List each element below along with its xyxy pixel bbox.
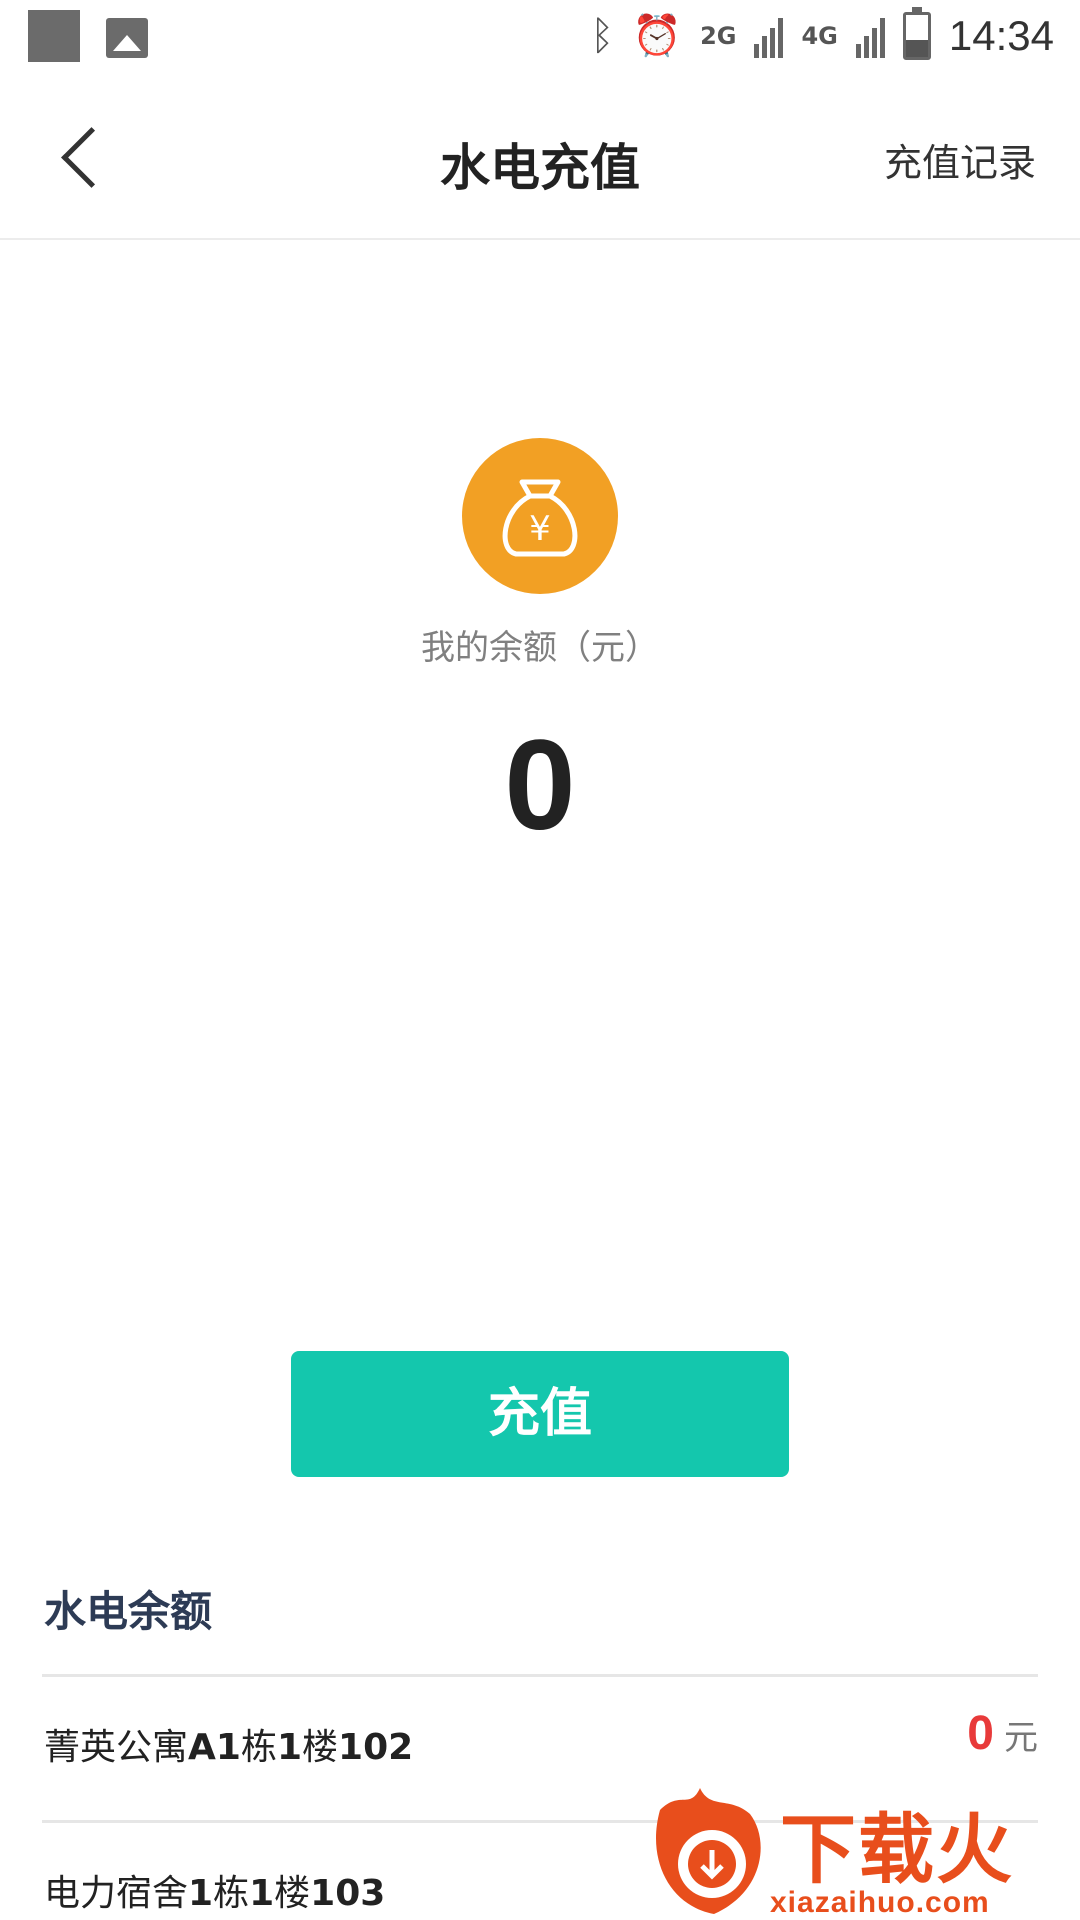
recharge-history-link[interactable]: 充值记录 [884,132,1036,187]
recharge-button[interactable]: 充值 [291,1351,789,1477]
watermark-flame-logo [656,1788,761,1914]
network-4g-label: 4G [801,22,838,50]
status-bar: ᛒ ⏰ 2G 4G 14:34 [0,0,1080,76]
status-bar-left [28,10,148,62]
divider [42,1674,1038,1677]
watermark-text: 下载火 [780,1805,1014,1894]
battery-fill [905,40,928,57]
utility-row-name: 电力宿舍1栋1楼103 [44,1873,386,1914]
notification-icon [28,10,80,62]
image-notification-icon [106,18,148,58]
utility-balance-value: 0 [967,1707,994,1760]
bluetooth-icon: ᛒ [590,13,615,59]
balance-amount: 0 [504,714,576,857]
utility-row[interactable]: 菁英公寓A1栋1楼102 0 元 [44,1706,1038,1786]
signal-strength-icon [754,14,784,58]
balance-label: 我的余额（元） [421,628,659,668]
watermark-url: xiazaihuo.com [770,1886,990,1919]
svg-text:¥: ¥ [529,509,551,549]
watermark: 下载火 xiazaihuo.com [640,1780,1080,1920]
utility-row-value: 0 元 [967,1706,1038,1761]
status-bar-right: ᛒ ⏰ 2G 4G 14:34 [590,7,1054,64]
money-bag-icon: ¥ [462,438,618,594]
status-time: 14:34 [948,12,1054,59]
nav-bar: 水电充值 充值记录 [0,76,1080,240]
utility-balance-unit: 元 [1004,1718,1038,1758]
utility-row-name: 菁英公寓A1栋1楼102 [44,1727,414,1768]
money-bag-svg: ¥ [502,479,578,557]
signal-strength-icon-2 [855,14,885,58]
alarm-icon: ⏰ [632,13,683,59]
utilities-section-title: 水电余额 [44,1587,213,1636]
battery-icon [902,7,931,60]
network-2g-label: 2G [700,22,737,50]
